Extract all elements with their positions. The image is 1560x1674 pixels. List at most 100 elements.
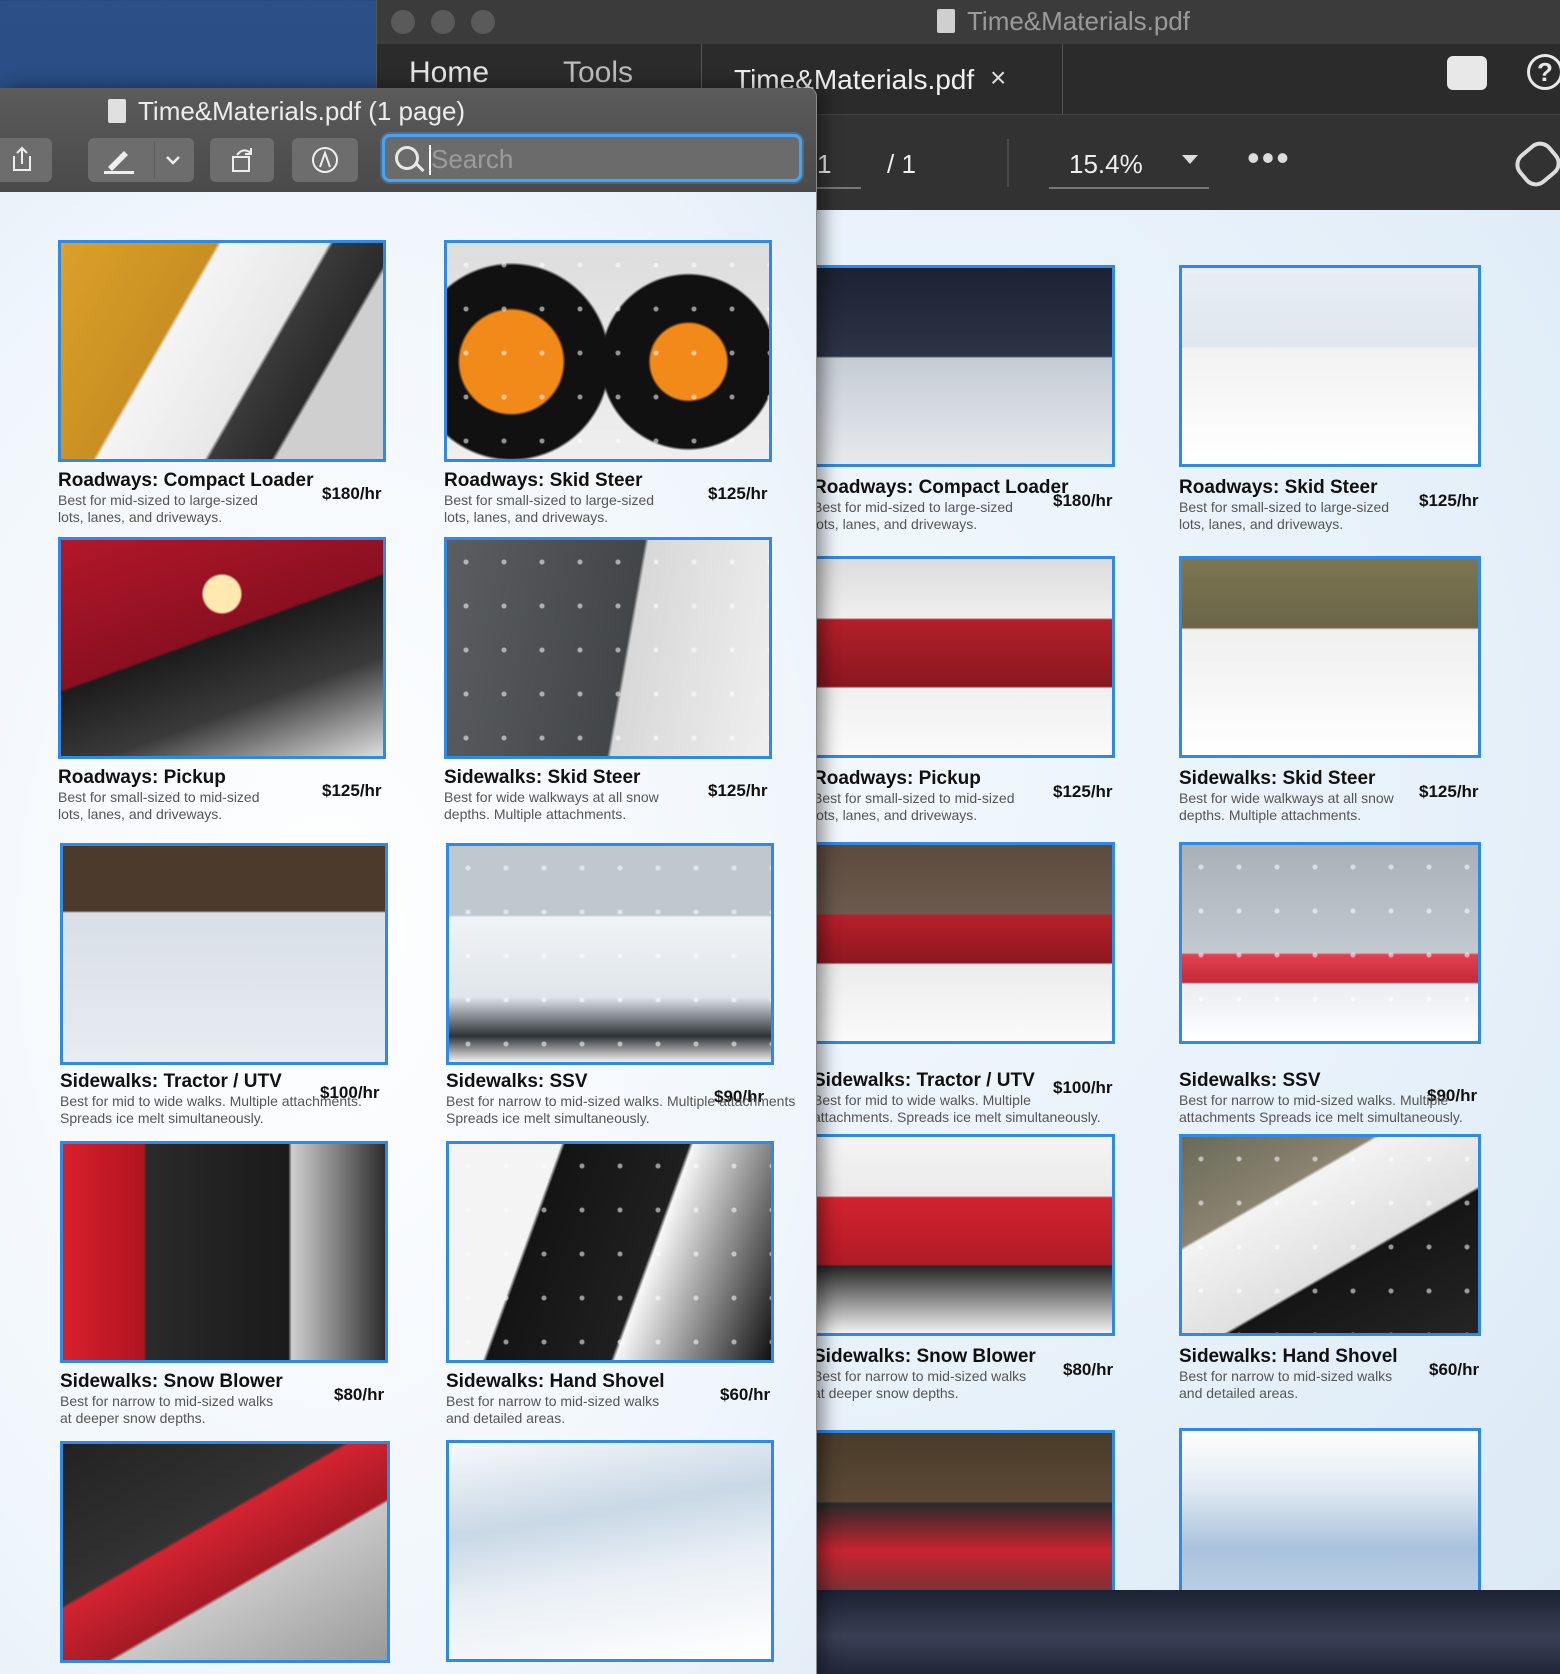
card-title: Roadways: Pickup — [58, 767, 226, 788]
search-icon — [395, 146, 419, 170]
card-price: $180/hr — [322, 484, 382, 503]
compact-loader-image — [58, 240, 386, 462]
search-field[interactable] — [382, 134, 802, 182]
card-description: Best for narrow to mid-sized walks and d… — [446, 1393, 660, 1426]
card-price: $80/hr — [1063, 1360, 1114, 1379]
skid-steer-image — [1179, 265, 1481, 467]
card-price: $125/hr — [1419, 782, 1479, 801]
card-description: Best for mid-sized to large-sized lots, … — [813, 499, 1013, 532]
sidewalk-skid-steer-image — [1179, 556, 1481, 758]
pickup-image — [813, 556, 1115, 758]
search-icon-handle — [415, 162, 425, 173]
card-title: Sidewalks: Hand Shovel — [1179, 1346, 1398, 1367]
sidewalk-skid-steer-image — [444, 537, 772, 759]
card-description: Best for mid-sized to large-sized lots, … — [58, 492, 258, 525]
desktop-background — [780, 1590, 1560, 1674]
markup-button[interactable] — [88, 138, 194, 182]
card-title: Roadways: Pickup — [813, 768, 981, 789]
tab-tools[interactable]: Tools — [563, 56, 633, 90]
card-title: Sidewalks: SSV — [1179, 1070, 1321, 1091]
snow-blower-image — [60, 1141, 388, 1363]
window-title: Time&Materials.pdf — [937, 6, 1190, 37]
zoom-underline — [1049, 187, 1209, 189]
ice-melt-bags-image — [446, 1440, 774, 1662]
tractor-utv-image — [813, 842, 1115, 1044]
card-price: $125/hr — [1053, 782, 1113, 801]
page-total: / 1 — [887, 149, 916, 179]
card-price: $80/hr — [334, 1385, 385, 1404]
highlighter-icon — [104, 151, 134, 174]
card-price: $125/hr — [708, 781, 768, 800]
card-title: Roadways: Skid Steer — [1179, 477, 1378, 498]
hand-shovel-image — [446, 1141, 774, 1363]
help-icon[interactable]: ? — [1527, 54, 1560, 90]
zoom-level[interactable]: 15.4% — [1069, 149, 1143, 180]
card-price: $180/hr — [1053, 491, 1113, 510]
document-page: Roadways: Compact Loader $180/hr Best fo… — [0, 192, 816, 1674]
comment-icon[interactable] — [1447, 56, 1487, 90]
link-icon[interactable] — [1509, 135, 1560, 193]
card-description: Best for narrow to mid-sized walks. Mult… — [446, 1093, 796, 1126]
pdf-file-icon — [937, 9, 955, 33]
spreader-image — [60, 1441, 390, 1663]
card-title: Sidewalks: Tractor / UTV — [60, 1071, 282, 1092]
card-description: Best for narrow to mid-sized walks and d… — [1179, 1368, 1393, 1401]
card-price: $125/hr — [1419, 491, 1479, 510]
card-price: $60/hr — [720, 1385, 771, 1404]
pen-circle-icon — [312, 147, 338, 173]
card-description: Best for narrow to mid-sized walks. Mult… — [1179, 1092, 1463, 1125]
text-cursor — [429, 145, 431, 175]
chevron-down-icon[interactable] — [1182, 155, 1198, 164]
card-title: Sidewalks: Tractor / UTV — [813, 1070, 1035, 1091]
title-bar: Time&Materials.pdf — [377, 0, 1560, 44]
compact-loader-image — [813, 265, 1115, 467]
rotate-icon — [232, 148, 252, 172]
card-description: Best for wide walkways at all snow depth… — [444, 789, 659, 822]
card-description: Best for wide walkways at all snow depth… — [1179, 790, 1394, 823]
card-title: Roadways: Skid Steer — [444, 470, 643, 491]
page-number-input[interactable]: 1 — [817, 149, 831, 180]
search-input[interactable] — [429, 141, 793, 177]
minimize-window-button[interactable] — [431, 10, 455, 34]
card-title: Roadways: Compact Loader — [58, 470, 314, 491]
card-title: Sidewalks: Snow Blower — [60, 1371, 283, 1392]
close-tab-icon[interactable]: × — [990, 62, 1006, 94]
card-title: Sidewalks: Skid Steer — [444, 767, 641, 788]
card-title: Roadways: Compact Loader — [813, 477, 1069, 498]
skid-steer-image — [444, 240, 772, 462]
card-title: Sidewalks: SSV — [446, 1071, 588, 1092]
chevron-down-icon[interactable] — [166, 155, 180, 165]
title-bar: Time&Materials.pdf (1 page) — [0, 88, 816, 192]
card-description: Best for mid to wide walks. Multiple att… — [60, 1093, 362, 1126]
card-price: $60/hr — [1429, 1360, 1480, 1379]
tab-home[interactable]: Home — [409, 56, 489, 90]
card-title: Sidewalks: Skid Steer — [1179, 768, 1376, 789]
card-description: Best for mid to wide walks. Multiple att… — [813, 1092, 1101, 1125]
ssv-image — [1179, 842, 1481, 1044]
button-divider — [154, 142, 155, 178]
more-options-icon[interactable]: ••• — [1247, 137, 1291, 179]
share-button[interactable] — [0, 138, 52, 182]
pickup-image — [58, 537, 386, 759]
card-price: $125/hr — [322, 781, 382, 800]
card-description: Best for narrow to mid-sized walks at de… — [60, 1393, 274, 1426]
close-window-button[interactable] — [391, 10, 415, 34]
card-description: Best for small-sized to large-sized lots… — [444, 492, 655, 525]
ice-melt-bags-image — [1179, 1428, 1481, 1590]
window-title: Time&Materials.pdf (1 page) — [108, 96, 465, 127]
ssv-image — [446, 843, 774, 1065]
snow-blower-image — [813, 1134, 1115, 1336]
share-icon — [13, 146, 31, 171]
card-title: Sidewalks: Hand Shovel — [446, 1371, 665, 1392]
preview-window: Time&Materials.pdf (1 page) Roadways: Co… — [0, 88, 817, 1674]
rotate-button[interactable] — [210, 138, 274, 182]
toolbar-divider — [1007, 139, 1009, 187]
annotate-button[interactable] — [292, 138, 358, 182]
card-description: Best for narrow to mid-sized walks at de… — [813, 1368, 1027, 1401]
card-description: Best for small-sized to mid-sized lots, … — [813, 790, 1015, 823]
zoom-window-button[interactable] — [471, 10, 495, 34]
spreader-image — [813, 1430, 1115, 1590]
pdf-file-icon — [108, 99, 126, 123]
card-description: Best for small-sized to mid-sized lots, … — [58, 789, 260, 822]
hand-shovel-image — [1179, 1134, 1481, 1336]
